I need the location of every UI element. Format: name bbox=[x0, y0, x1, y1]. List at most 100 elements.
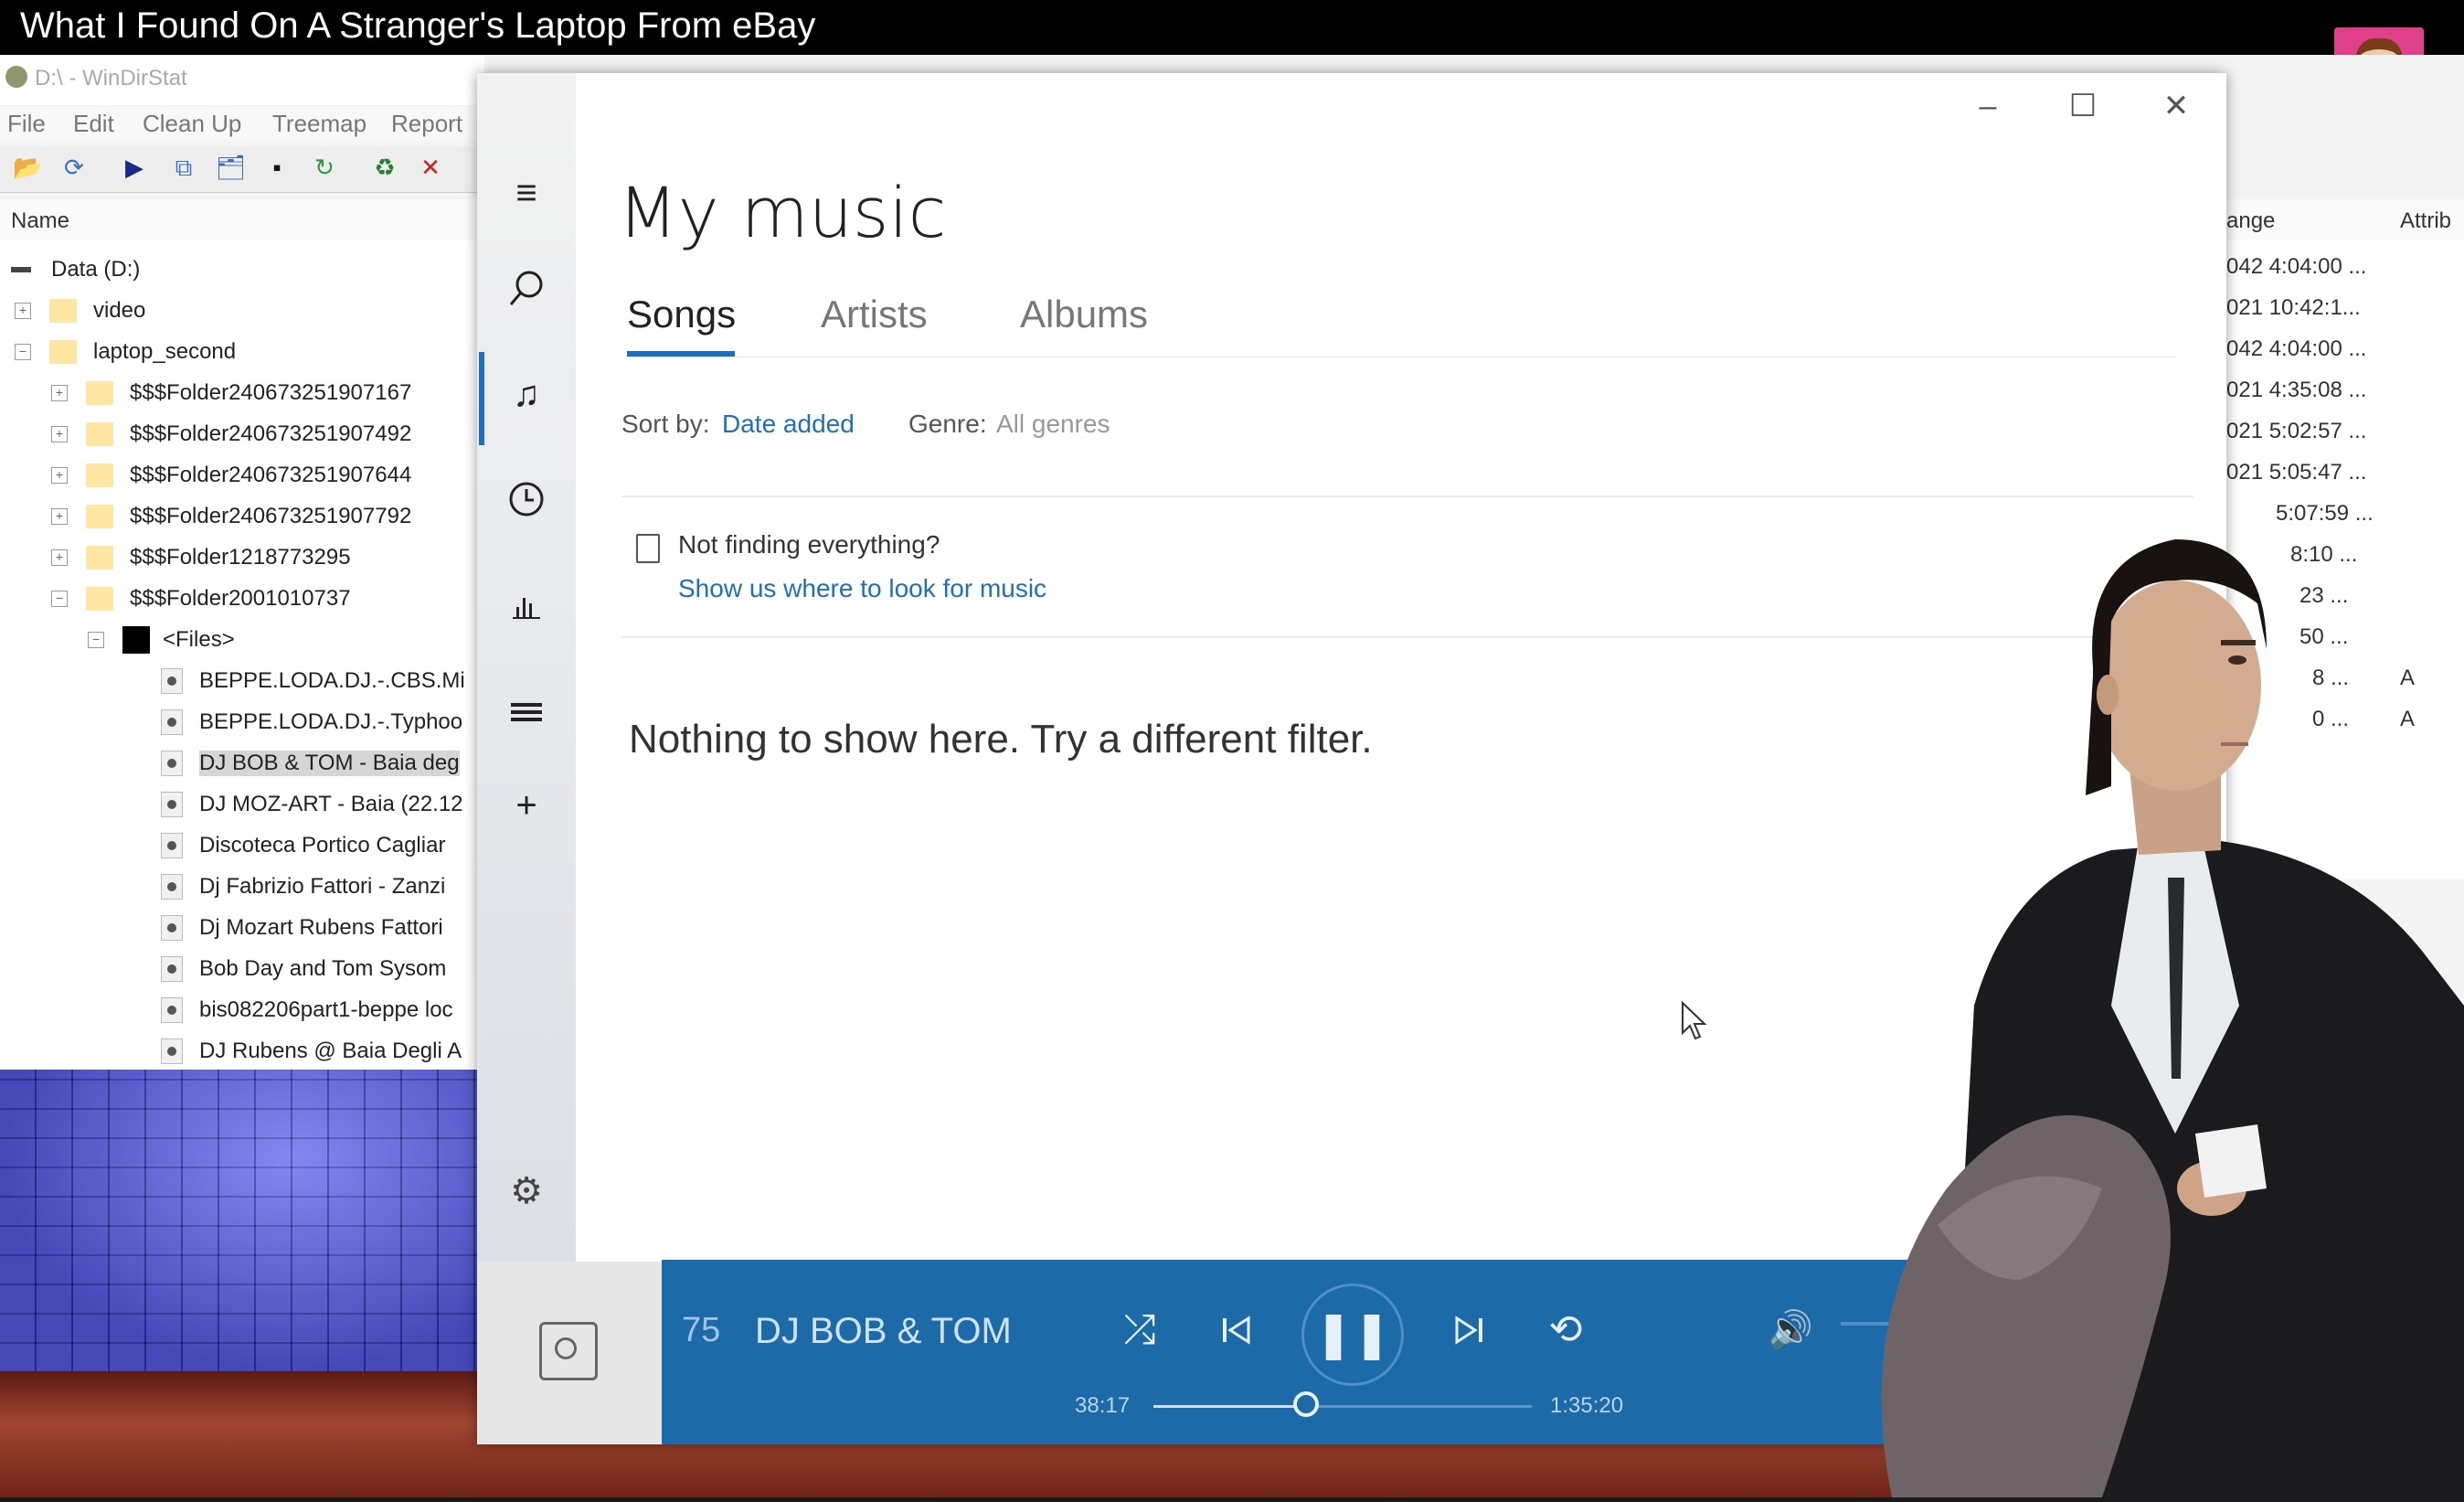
file-row-selected[interactable]: DJ BOB & TOM - Baia deg bbox=[161, 742, 460, 783]
delete-icon[interactable]: ✕ bbox=[417, 154, 444, 181]
next-icon[interactable] bbox=[1437, 1298, 1501, 1362]
search-icon[interactable] bbox=[498, 261, 555, 317]
show-where-to-look-link[interactable]: Show us where to look for music bbox=[678, 574, 1046, 603]
tab-songs[interactable]: Songs bbox=[627, 293, 736, 336]
folder-icon bbox=[636, 534, 660, 563]
empty-state-message: Nothing to show here. Try a different fi… bbox=[629, 717, 1373, 762]
expand-icon[interactable]: + bbox=[51, 466, 68, 484]
menu-edit[interactable]: Edit bbox=[73, 110, 114, 138]
column-last-change-header[interactable]: ange bbox=[2226, 208, 2275, 234]
close-button[interactable]: ✕ bbox=[2153, 88, 2199, 124]
folder-icon bbox=[86, 586, 113, 611]
sort-by-label: Sort by: bbox=[621, 410, 710, 438]
file-row[interactable]: BEPPE.LODA.DJ.-.CBS.Mi bbox=[161, 660, 465, 701]
recent-clock-icon[interactable] bbox=[498, 471, 555, 527]
collapse-icon[interactable]: − bbox=[51, 590, 68, 607]
repeat-icon[interactable]: ⟲ bbox=[1534, 1298, 1598, 1362]
mouse-cursor-icon bbox=[1680, 1000, 1711, 1047]
add-icon[interactable]: + bbox=[498, 777, 555, 834]
file-row[interactable]: DJ MOZ-ART - Baia (22.12 bbox=[161, 783, 463, 825]
tree-row[interactable]: + $$$Folder240673251907792 bbox=[51, 495, 411, 537]
tree-row[interactable]: − $$$Folder2001010737 bbox=[51, 578, 351, 619]
pause-button[interactable]: ❚❚ bbox=[1301, 1284, 1404, 1386]
collapse-icon[interactable]: − bbox=[15, 343, 31, 360]
expand-icon[interactable]: + bbox=[51, 507, 68, 525]
audio-file-icon bbox=[161, 708, 183, 735]
directory-tree[interactable]: Data (D:) + video − laptop_second + $$$F… bbox=[0, 240, 480, 1070]
volume-icon[interactable]: 🔊 bbox=[1758, 1298, 1822, 1362]
tree-row[interactable]: + $$$Folder240673251907492 bbox=[51, 413, 411, 454]
file-row[interactable]: Bob Day and Tom Sysom bbox=[161, 948, 446, 989]
active-tab-underline bbox=[627, 351, 735, 357]
settings-icon[interactable]: ⚙ bbox=[498, 1163, 555, 1220]
last-change-cell: 021 10:42:1... bbox=[2226, 295, 2361, 320]
tree-row[interactable]: + $$$Folder240673251907644 bbox=[51, 454, 411, 495]
expand-icon[interactable]: + bbox=[51, 425, 68, 442]
tree-row[interactable]: + $$$Folder240673251907167 bbox=[51, 372, 411, 413]
expand-icon[interactable]: + bbox=[51, 384, 68, 401]
now-playing-artist[interactable]: DJ BOB & TOM bbox=[755, 1311, 1012, 1352]
audio-file-icon bbox=[161, 750, 183, 776]
column-name-header[interactable]: Name bbox=[11, 208, 69, 234]
recycle-icon[interactable]: ♻ bbox=[371, 154, 398, 181]
album-art-icon[interactable] bbox=[539, 1322, 598, 1380]
tree-row-drive[interactable]: Data (D:) bbox=[11, 249, 140, 290]
treemap[interactable] bbox=[0, 1070, 484, 1371]
expand-icon[interactable]: + bbox=[15, 302, 31, 319]
menu-file[interactable]: File bbox=[7, 110, 46, 138]
minimize-button[interactable]: – bbox=[1965, 88, 2011, 124]
seek-thumb[interactable] bbox=[1292, 1391, 1319, 1417]
music-note-icon[interactable]: ♫ bbox=[498, 366, 555, 422]
bar-chart-icon[interactable] bbox=[498, 576, 555, 633]
play-icon[interactable]: ▶ bbox=[121, 154, 148, 181]
not-finding-text: Not finding everything? bbox=[678, 530, 940, 559]
last-change-cell: 021 5:05:47 ... bbox=[2226, 460, 2367, 485]
hamburger-icon[interactable]: ≡ bbox=[498, 165, 555, 221]
previous-icon[interactable] bbox=[1205, 1298, 1269, 1362]
last-change-cell: 021 5:02:57 ... bbox=[2226, 419, 2367, 443]
copy-icon[interactable]: ⧉ bbox=[170, 154, 197, 181]
explorer-icon[interactable]: 🗂 bbox=[216, 154, 246, 181]
video-title: What I Found On A Stranger's Laptop From… bbox=[20, 5, 816, 46]
windirstat-title: D:\ - WinDirStat bbox=[35, 66, 187, 91]
command-prompt-icon[interactable]: ▪ bbox=[263, 154, 291, 181]
now-playing-bar bbox=[662, 1260, 1941, 1444]
menu-clean-up[interactable]: Clean Up bbox=[143, 110, 241, 138]
file-row[interactable]: BEPPE.LODA.DJ.-.Typhoo bbox=[161, 701, 462, 742]
genre-dropdown[interactable]: All genres bbox=[996, 410, 1110, 439]
tab-artists[interactable]: Artists bbox=[821, 293, 928, 336]
shuffle-icon[interactable]: ⤮ bbox=[1108, 1298, 1172, 1362]
seek-progress bbox=[1153, 1405, 1306, 1408]
audio-file-icon bbox=[161, 955, 183, 982]
menu-report[interactable]: Report bbox=[391, 110, 462, 138]
file-row[interactable]: DJ Rubens @ Baia Degli A bbox=[161, 1030, 462, 1070]
expand-icon[interactable]: + bbox=[51, 549, 68, 566]
file-row[interactable]: Dj Mozart Rubens Fattori bbox=[161, 907, 443, 948]
total-time: 1:35:20 bbox=[1550, 1393, 1624, 1418]
audio-file-icon bbox=[161, 667, 183, 694]
open-folder-icon[interactable]: 📂 bbox=[13, 154, 42, 181]
playlist-icon[interactable] bbox=[498, 681, 555, 738]
column-attributes-header[interactable]: Attrib bbox=[2400, 208, 2451, 234]
folder-icon bbox=[86, 545, 113, 570]
tab-albums[interactable]: Albums bbox=[1020, 293, 1148, 336]
folder-icon bbox=[49, 339, 77, 364]
sort-by-dropdown[interactable]: Date added bbox=[722, 410, 855, 439]
file-row[interactable]: Dj Fabrizio Fattori - Zanzi bbox=[161, 866, 445, 907]
file-row[interactable]: Discoteca Portico Cagliar bbox=[161, 825, 445, 866]
audio-file-icon bbox=[161, 791, 183, 817]
nav-active-indicator bbox=[479, 352, 484, 445]
tree-row-files[interactable]: − <Files> bbox=[88, 619, 235, 660]
tree-row[interactable]: − laptop_second bbox=[15, 331, 236, 372]
refresh-selected-icon[interactable]: ↻ bbox=[311, 154, 338, 181]
menu-treemap[interactable]: Treemap bbox=[272, 110, 366, 138]
refresh-icon[interactable]: ⟳ bbox=[60, 154, 88, 181]
windirstat-app-icon bbox=[5, 66, 27, 88]
tree-row[interactable]: + $$$Folder1218773295 bbox=[51, 537, 351, 578]
track-number: 75 bbox=[682, 1311, 721, 1349]
file-row[interactable]: bis082206part1-beppe loc bbox=[161, 989, 453, 1030]
collapse-icon[interactable]: − bbox=[88, 631, 104, 648]
tree-row[interactable]: + video bbox=[15, 290, 145, 331]
maximize-button[interactable]: ☐ bbox=[2060, 88, 2106, 124]
last-change-cell: 042 4:04:00 ... bbox=[2226, 254, 2367, 279]
